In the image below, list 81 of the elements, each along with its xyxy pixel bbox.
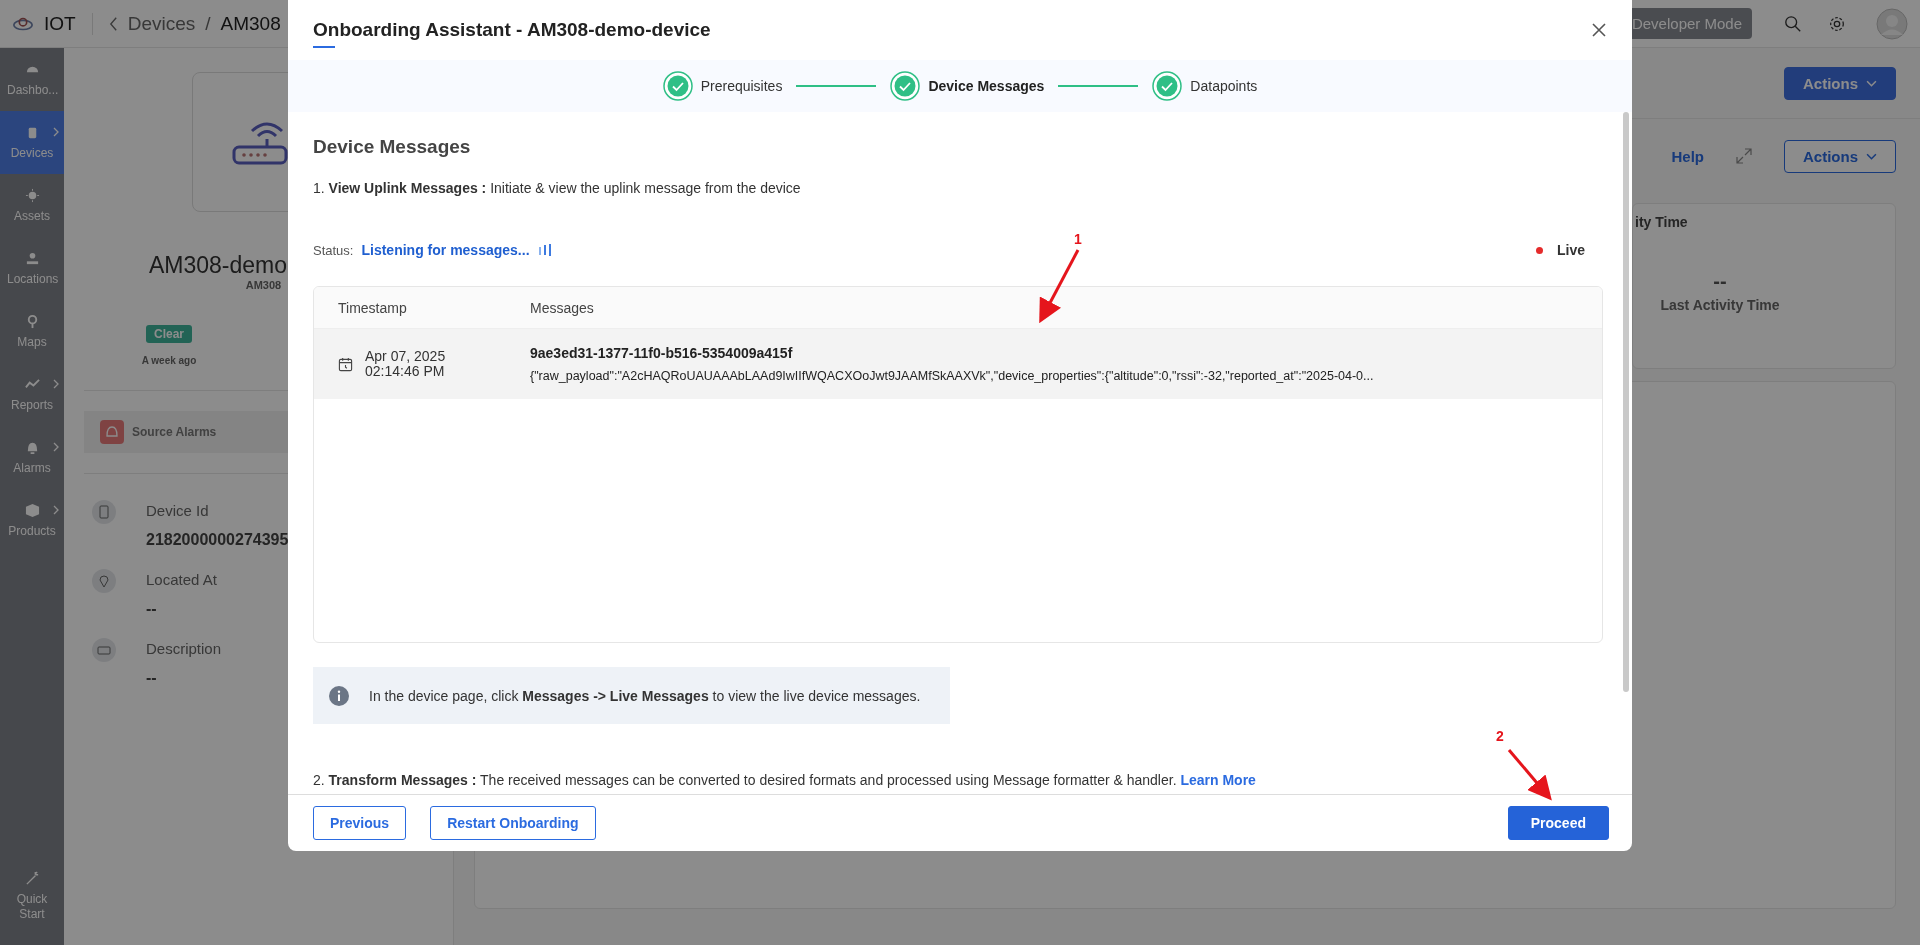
actions-button[interactable]: Actions xyxy=(1784,66,1896,100)
close-icon[interactable] xyxy=(1591,22,1607,38)
device-name: AM308-demo xyxy=(149,252,289,279)
dialog-title: Onboarding Assistant - AM308-demo-device xyxy=(313,19,712,41)
wizard-step[interactable]: Datapoints xyxy=(1152,71,1258,101)
column-header: Timestamp xyxy=(337,299,408,316)
detail-icon xyxy=(92,500,116,524)
live-label: Live xyxy=(1557,242,1585,258)
detail-icon xyxy=(92,638,116,662)
detail-icon xyxy=(92,569,116,593)
sidebar-item[interactable]: Assets xyxy=(0,174,64,237)
proceed-button[interactable]: Proceed xyxy=(1507,806,1609,840)
signal-bars-icon xyxy=(537,243,552,257)
status-time: A week ago xyxy=(141,355,197,366)
sidebar-item[interactable]: Products xyxy=(0,489,64,552)
breadcrumb-link[interactable]: Devices xyxy=(127,12,196,35)
sidebar-item[interactable]: Devices xyxy=(0,111,64,174)
device-model: AM308 xyxy=(245,279,282,291)
status-label: Status: xyxy=(313,242,354,258)
chevron-icon xyxy=(53,505,59,515)
card-title: ity Time xyxy=(1635,214,1689,230)
breadcrumb-current: AM308 xyxy=(220,12,281,35)
check-circle-icon xyxy=(890,71,921,101)
annotation-number: 1 xyxy=(1074,232,1082,246)
message-row[interactable]: Apr 07, 2025 02:14:46 PM 9ae3ed31-1377-11f0-b516-5354009a415f {"raw_payload":"A2cHAQRoUAUAAAbLAAd9IwIIfWQACXOoJwt9JAAMfSkAAXVk","device_properties":{"altitude":0,"rssi":-32,"reported_at":"2025-04-0... xyxy=(314,328,1602,399)
menu-item-icon xyxy=(24,187,40,203)
menu-item-icon xyxy=(24,502,40,518)
check-circle-icon xyxy=(662,71,693,101)
sidebar-item[interactable]: Maps xyxy=(0,300,64,363)
learn-more-link[interactable]: Learn More xyxy=(1180,772,1256,788)
wizard-step[interactable]: Prerequisites xyxy=(662,71,783,101)
live-dot-icon xyxy=(1536,246,1543,254)
step-description: 2. Transform Messages : The received messages can be converted to desired formats and processed using Message formatter & handler. Learn More xyxy=(313,772,1257,788)
sidebar-item[interactable]: Dashbo... xyxy=(0,48,64,111)
quick-start-link[interactable]: Quick Start xyxy=(0,861,64,931)
magic-wand-icon xyxy=(24,871,40,887)
expand-icon[interactable] xyxy=(1736,148,1752,164)
info-text: In the device page, click Messages -> Live Messages to view the live device messages. xyxy=(369,687,921,704)
breadcrumb-separator: / xyxy=(205,12,211,35)
status-text: Listening for messages... xyxy=(361,242,530,258)
annotation-arrow xyxy=(1507,749,1552,801)
annotation-number: 2 xyxy=(1496,729,1504,743)
app-name: IOT xyxy=(44,12,76,35)
message-time: 02:14:46 PM xyxy=(365,364,446,380)
back-icon[interactable] xyxy=(108,15,118,32)
caret-icon xyxy=(1866,79,1877,87)
detail-label: Description xyxy=(146,640,222,657)
help-link[interactable]: Help xyxy=(1671,147,1704,165)
detail-value: -- xyxy=(146,669,158,687)
menu-item-icon xyxy=(24,250,40,266)
chevron-icon xyxy=(53,442,59,452)
detail-label: Device Id xyxy=(146,502,210,519)
card-value: -- xyxy=(1713,270,1727,293)
search-icon[interactable] xyxy=(1784,14,1802,33)
settings-icon[interactable] xyxy=(1828,14,1846,33)
column-header: Messages xyxy=(530,299,595,316)
detail-value: 2182000000274395 xyxy=(146,531,289,549)
wizard-step[interactable]: Device Messages xyxy=(890,71,1045,101)
actions-button[interactable]: Actions xyxy=(1784,139,1896,173)
chevron-icon xyxy=(53,379,59,389)
scrollbar[interactable] xyxy=(1623,112,1629,692)
info-icon xyxy=(329,685,349,706)
message-payload: {"raw_payload":"A2cHAQRoUAUAAAbLAAd9IwIIfWQACXOoJwt9JAAMfSkAAXVk","device_properties":{"altitude":0,"rssi":-32,"reported_at":"2025-04-0... xyxy=(530,369,1375,383)
status-badge: Clear xyxy=(146,325,192,343)
chevron-icon xyxy=(53,127,59,137)
caret-icon xyxy=(1866,152,1877,160)
check-circle-icon xyxy=(1152,71,1183,101)
restart-onboarding-button[interactable]: Restart Onboarding xyxy=(430,806,596,840)
step-description: 1. View Uplink Messages : Initiate & view the uplink message from the device xyxy=(313,180,802,196)
message-id: 9ae3ed31-1377-11f0-b516-5354009a415f xyxy=(530,345,794,361)
detail-label: Located At xyxy=(146,571,217,588)
previous-button[interactable]: Previous xyxy=(313,806,407,840)
sidebar-item[interactable]: Reports xyxy=(0,363,64,426)
detail-value: -- xyxy=(146,600,158,618)
section-title: Device Messages xyxy=(313,136,472,158)
bell-icon xyxy=(100,420,124,444)
card-caption: Last Activity Time xyxy=(1660,297,1780,313)
message-date: Apr 07, 2025 xyxy=(365,348,446,364)
calendar-icon xyxy=(338,356,353,372)
sidebar-item[interactable]: Alarms xyxy=(0,426,64,489)
sidebar-item[interactable]: Locations xyxy=(0,237,64,300)
